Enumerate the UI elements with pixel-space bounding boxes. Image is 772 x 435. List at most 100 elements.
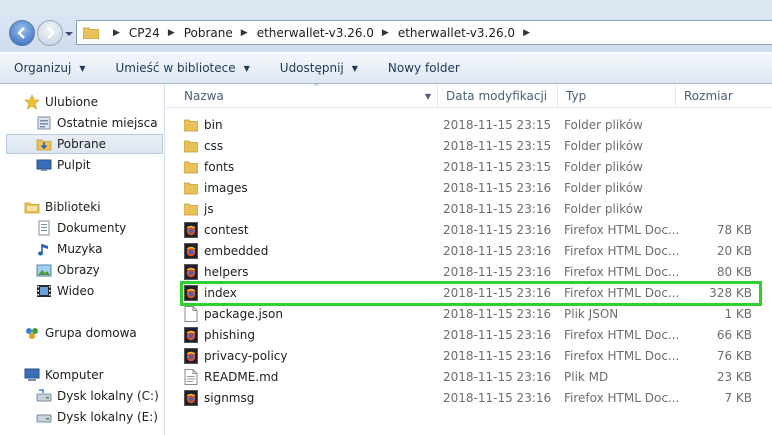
breadcrumb-item[interactable]: etherwallet-v3.26.0	[257, 26, 374, 40]
nav-libraries[interactable]: Biblioteki	[24, 197, 189, 217]
pictures-icon	[36, 264, 52, 277]
new-folder-label: Nowy folder	[387, 61, 460, 75]
file-name-cell[interactable]: contest	[184, 219, 249, 240]
share-button[interactable]: Udostępnij ▼	[280, 61, 358, 75]
file-type: Plik MD	[564, 369, 609, 384]
file-name-cell[interactable]: phishing	[184, 324, 255, 345]
new-folder-button[interactable]: Nowy folder	[388, 61, 460, 75]
file-row-bin[interactable]: bin 2018-11-15 23:15 Folder plików	[166, 114, 772, 135]
text-file-icon	[184, 368, 198, 385]
organize-button[interactable]: Organizuj ▼	[14, 61, 85, 75]
file-row-images[interactable]: images 2018-11-15 23:16 Folder plików	[166, 177, 772, 198]
file-row-js[interactable]: js 2018-11-15 23:16 Folder plików	[166, 198, 772, 219]
file-row-signmsg[interactable]: signmsg 2018-11-15 23:16 Firefox HTML Doc.…	[166, 387, 772, 408]
chevron-right-icon[interactable]: ▶	[523, 28, 530, 38]
file-type: Folder plików	[564, 159, 643, 174]
homegroup-icon	[26, 328, 38, 339]
nav-favorites[interactable]: Ulubione	[24, 92, 189, 112]
file-name: README.md	[204, 369, 279, 384]
file-row-contest[interactable]: contest 2018-11-15 23:16 Firefox HTML Doc.…	[166, 219, 772, 240]
nav-homegroup-label: Grupa domowa	[45, 326, 137, 340]
file-row-embedded[interactable]: embedded 2018-11-15 23:16 Firefox HTML Doc…	[166, 240, 772, 261]
chevron-down-icon: ▼	[351, 63, 358, 73]
nav-homegroup[interactable]: Grupa domowa	[24, 323, 189, 343]
file-date: 2018-11-15 23:16	[443, 369, 552, 384]
column-header-date[interactable]: Data modyfikacji	[438, 84, 558, 108]
file-date: 2018-11-15 23:15	[443, 138, 552, 153]
file-name-cell[interactable]: fonts	[183, 156, 234, 177]
breadcrumb-item[interactable]: etherwallet-v3.26.0	[398, 26, 515, 40]
chevron-down-icon: ▼	[79, 63, 86, 73]
file-row-helpers[interactable]: helpers 2018-11-15 23:16 Firefox HTML Doc.…	[166, 261, 772, 282]
file-name-cell[interactable]: css	[183, 135, 223, 156]
file-date: 2018-11-15 23:15	[443, 117, 552, 132]
file-name-cell[interactable]: embedded	[184, 240, 268, 261]
chevron-right-icon: ▶	[113, 27, 120, 38]
file-name-cell[interactable]: package.json	[184, 303, 283, 324]
arrow-left-icon	[17, 27, 25, 39]
folder-icon	[183, 201, 199, 217]
back-button[interactable]	[9, 20, 35, 46]
file-name-cell[interactable]: signmsg	[184, 387, 254, 408]
nav-downloads[interactable]: Pobrane	[6, 134, 163, 154]
file-type: Firefox HTML Doc...	[564, 348, 680, 363]
libraries-icon	[24, 202, 40, 214]
nav-documents-label: Dokumenty	[57, 221, 127, 235]
computer-icon	[24, 368, 40, 381]
chevron-right-icon[interactable]: ▶	[241, 28, 248, 38]
file-row-fonts[interactable]: fonts 2018-11-15 23:15 Folder plików	[166, 156, 772, 177]
chevron-right-icon[interactable]: ▶	[168, 28, 175, 38]
file-type: Firefox HTML Doc...	[564, 222, 680, 237]
file-date: 2018-11-15 23:15	[443, 159, 552, 174]
column-header-type[interactable]: Typ	[558, 84, 676, 108]
file-date: 2018-11-15 23:16	[443, 348, 552, 363]
file-date: 2018-11-15 23:16	[443, 180, 552, 195]
address-field[interactable]: ▶ CP24 ▶ Pobrane ▶ etherwallet-v3.26.0 ▶…	[76, 20, 772, 45]
chevron-right-icon[interactable]: ▶	[382, 28, 389, 38]
column-header-date-label: Data modyfikacji	[446, 89, 548, 103]
recent-pages-dropdown-icon[interactable]	[64, 29, 74, 39]
nav-desktop-label: Pulpit	[57, 158, 91, 172]
file-row-privacy-policy[interactable]: privacy-policy 2018-11-15 23:16 Firefox HT…	[166, 345, 772, 366]
include-in-library-button[interactable]: Umieść w bibliotece ▼	[115, 61, 249, 75]
file-date: 2018-11-15 23:16	[443, 222, 552, 237]
file-date: 2018-11-15 23:16	[443, 306, 552, 321]
nav-libraries-label: Biblioteki	[45, 200, 101, 214]
breadcrumb-item[interactable]: Pobrane	[184, 26, 233, 40]
file-type: Firefox HTML Doc...	[564, 264, 680, 279]
breadcrumb: ▶ CP24 ▶ Pobrane ▶ etherwallet-v3.26.0 ▶…	[105, 26, 539, 40]
file-row-readme-md[interactable]: README.md 2018-11-15 23:16 Plik MD 23 KB	[166, 366, 772, 387]
sort-ascending-icon: ^	[313, 82, 320, 91]
star-icon	[24, 94, 40, 110]
file-name-cell[interactable]: README.md	[184, 366, 278, 387]
column-header-type-label: Typ	[566, 89, 587, 103]
file-size: 76 KB	[716, 348, 752, 363]
breadcrumb-item[interactable]: CP24	[129, 26, 160, 40]
file-name: embedded	[204, 243, 269, 258]
file-name-cell[interactable]: bin	[183, 114, 223, 135]
chevron-down-icon[interactable]: ▼	[425, 92, 431, 101]
file-size: 66 KB	[716, 327, 752, 342]
file-name-cell[interactable]: helpers	[184, 261, 249, 282]
chevron-down-icon: ▼	[243, 63, 250, 73]
file-type: Folder plików	[564, 138, 643, 153]
address-bar-area: ▶ CP24 ▶ Pobrane ▶ etherwallet-v3.26.0 ▶…	[0, 0, 772, 52]
nav-computer[interactable]: Komputer	[24, 365, 189, 385]
selection-highlight-box	[180, 281, 762, 306]
column-header-name[interactable]: ^ Nazwa ▼	[176, 82, 438, 108]
hard-drive-icon	[36, 389, 52, 402]
file-list: ^ Nazwa ▼ Data modyfikacji Typ Rozmiar b…	[166, 82, 772, 435]
file-name-cell[interactable]: images	[183, 177, 248, 198]
file-type: Folder plików	[564, 201, 643, 216]
forward-button[interactable]	[37, 20, 63, 46]
file-row-package-json[interactable]: package.json 2018-11-15 23:16 Plik JSON 1 K…	[166, 303, 772, 324]
file-name-cell[interactable]: js	[183, 198, 214, 219]
file-name-cell[interactable]: privacy-policy	[184, 345, 287, 366]
column-header-size[interactable]: Rozmiar	[676, 84, 772, 108]
column-header-name-label: Nazwa	[184, 89, 224, 103]
command-bar: Organizuj ▼ Umieść w bibliotece ▼ Udostę…	[0, 52, 772, 84]
file-row-css[interactable]: css 2018-11-15 23:15 Folder plików	[166, 135, 772, 156]
nav-videos-label: Wideo	[57, 284, 95, 298]
file-name: images	[204, 180, 248, 195]
file-row-phishing[interactable]: phishing 2018-11-15 23:16 Firefox HTML Doc…	[166, 324, 772, 345]
